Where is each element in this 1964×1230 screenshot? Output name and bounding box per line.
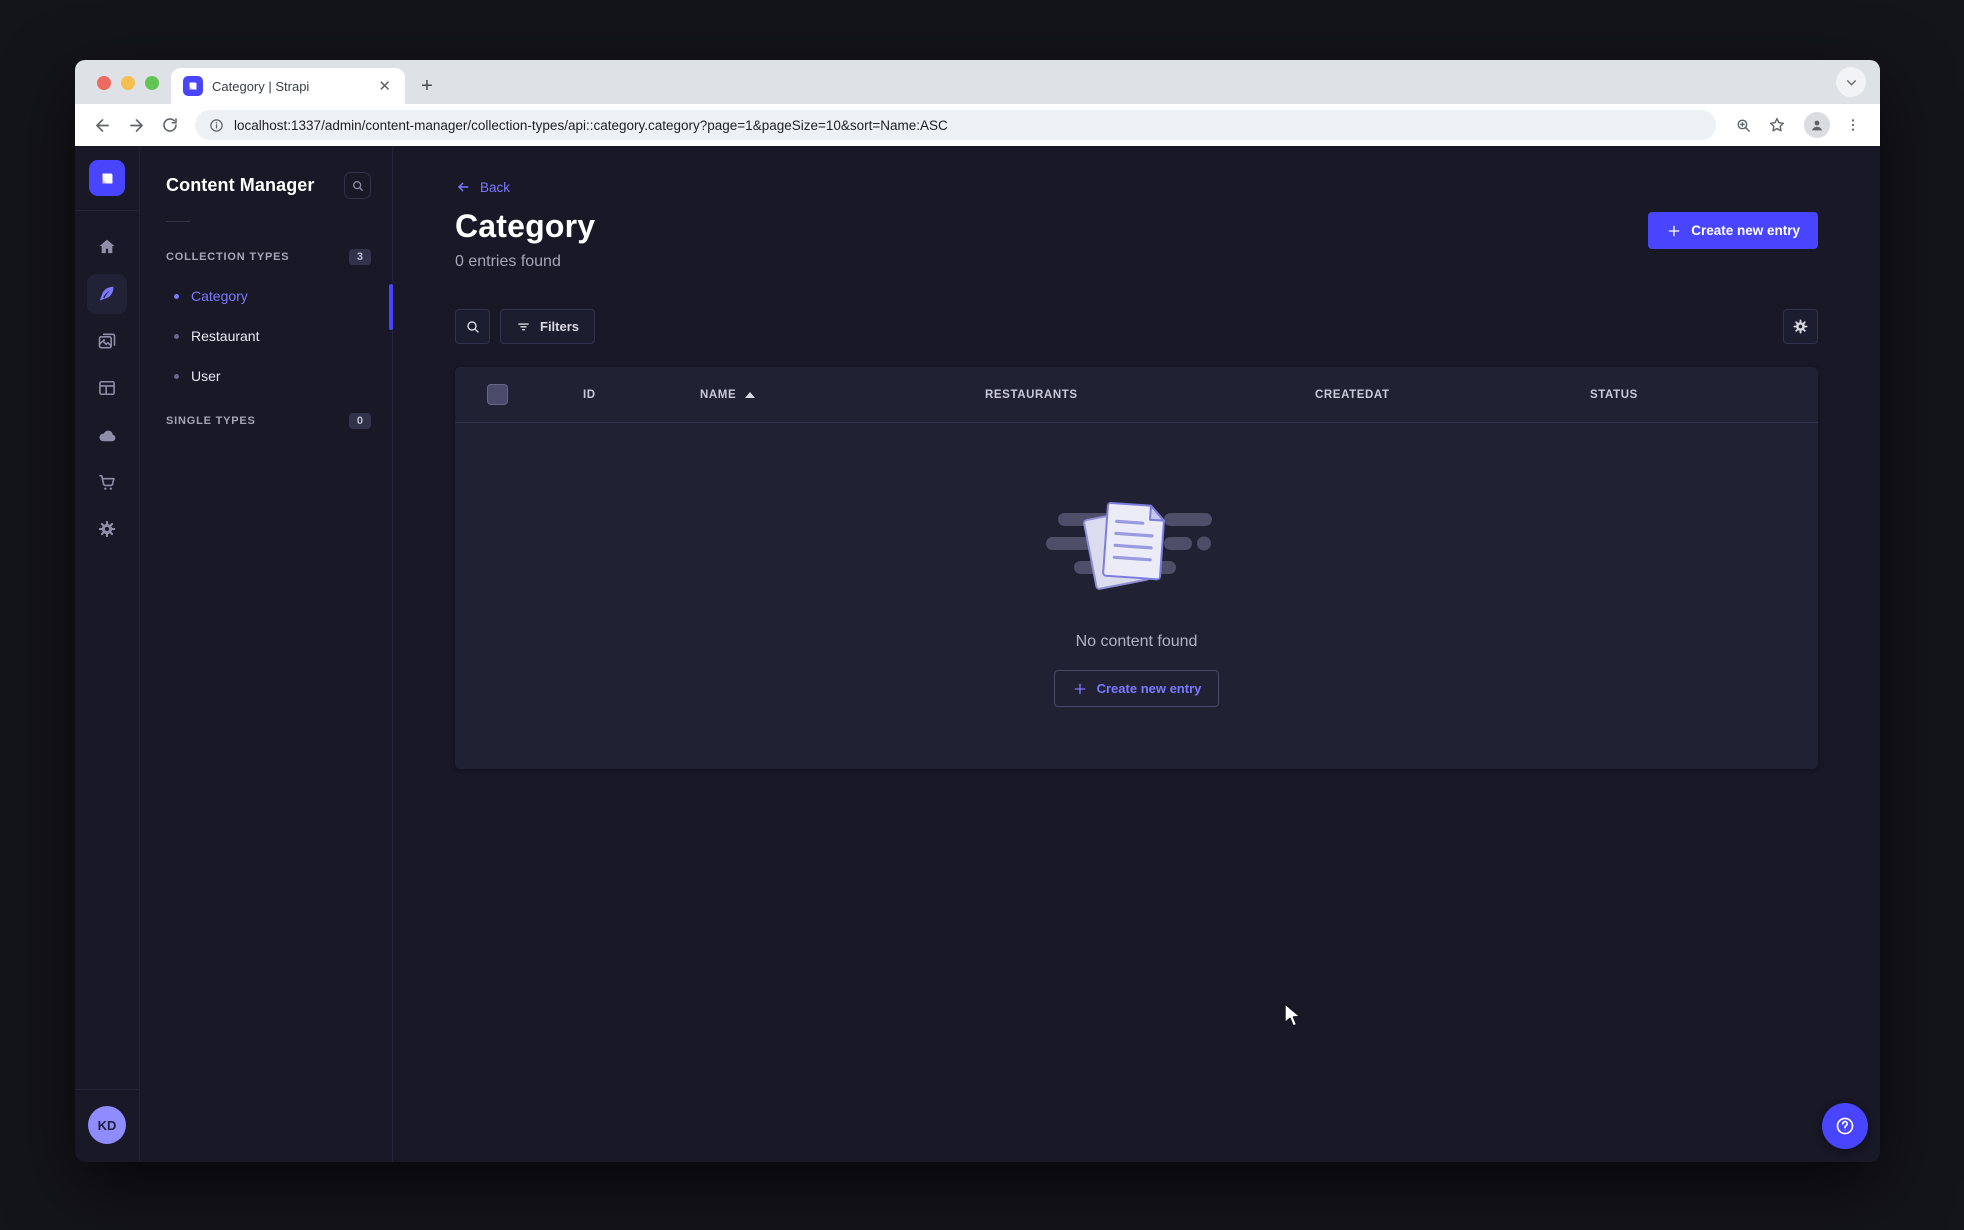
bullet-icon: [174, 333, 179, 339]
rail-bottom-divider: [75, 1089, 139, 1090]
site-info-icon[interactable]: [209, 118, 224, 133]
nav-deploy-cloud-icon[interactable]: [87, 415, 127, 455]
back-label: Back: [480, 179, 511, 195]
nav-media-library-icon[interactable]: [87, 321, 127, 361]
empty-create-entry-button[interactable]: Create new entry: [1053, 670, 1220, 707]
sidebar-title: Content Manager: [166, 175, 315, 195]
content-manager-sidebar: Content Manager COLLECTION TYPES 3 Categ…: [140, 146, 393, 1162]
sidebar-search-icon[interactable]: [344, 172, 371, 199]
strapi-app: KD Content Manager COLLECTION TYPES 3 Ca…: [75, 146, 1880, 1162]
collection-types-count-badge: 3: [348, 249, 371, 265]
url-bar[interactable]: localhost:1337/admin/content-manager/col…: [195, 110, 1716, 140]
browser-menu-icon[interactable]: [1838, 110, 1868, 140]
back-arrow-icon: [458, 182, 469, 192]
back-nav-icon[interactable]: [87, 110, 117, 140]
empty-state-title: No content found: [1075, 633, 1198, 650]
url-text: localhost:1337/admin/content-manager/col…: [234, 117, 948, 133]
forward-nav-icon[interactable]: [121, 110, 151, 140]
column-header-id[interactable]: ID: [583, 389, 700, 401]
new-tab-button[interactable]: +: [413, 72, 441, 100]
tab-search-chevron-icon[interactable]: [1836, 67, 1866, 97]
bookmark-star-icon[interactable]: [1762, 110, 1792, 140]
column-header-status[interactable]: STATUS: [1590, 389, 1818, 401]
help-button[interactable]: [1822, 1103, 1868, 1149]
main-nav-rail: KD: [75, 146, 140, 1162]
single-types-section: SINGLE TYPES 0: [140, 406, 392, 436]
select-all-checkbox[interactable]: [487, 384, 508, 405]
window-controls: [97, 76, 159, 90]
entries-table: ID NAME RESTAURANTS CREATEDAT STATUS No …: [455, 367, 1818, 769]
single-types-label: SINGLE TYPES: [166, 415, 256, 427]
collection-types-label: COLLECTION TYPES: [166, 251, 290, 263]
browser-toolbar: localhost:1337/admin/content-manager/col…: [75, 104, 1880, 146]
sort-ascending-icon: [745, 391, 756, 398]
tab-close-icon[interactable]: ✕: [374, 77, 395, 96]
sidebar-item-label: Restaurant: [191, 328, 260, 344]
sidebar-item-label: User: [191, 368, 221, 384]
rail-divider: [75, 210, 139, 211]
table-search-icon[interactable]: [455, 309, 490, 344]
plus-icon: [1074, 683, 1085, 694]
nav-settings-icon[interactable]: [87, 509, 127, 549]
single-types-count-badge: 0: [348, 413, 371, 429]
nav-marketplace-icon[interactable]: [87, 462, 127, 502]
empty-state: No content found Create new entry: [455, 423, 1818, 707]
browser-tab-strip: Category | Strapi ✕ +: [75, 60, 1880, 104]
column-header-restaurants[interactable]: RESTAURANTS: [985, 389, 1315, 401]
create-new-entry-button[interactable]: Create new entry: [1648, 212, 1818, 249]
column-header-name[interactable]: NAME: [700, 389, 985, 401]
question-icon: [1836, 1117, 1854, 1135]
no-content-illustration: [1045, 501, 1212, 590]
filters-button[interactable]: Filters: [500, 309, 596, 344]
reload-icon[interactable]: [155, 110, 185, 140]
entries-count: 0 entries found: [455, 253, 561, 270]
browser-window: Category | Strapi ✕ + localhost:1337/adm…: [75, 60, 1880, 1162]
fullscreen-window-button[interactable]: [145, 76, 159, 90]
sidebar-item-restaurant[interactable]: Restaurant: [140, 316, 392, 356]
nav-content-type-builder-icon[interactable]: [87, 368, 127, 408]
nav-content-manager-icon[interactable]: [87, 274, 127, 314]
user-avatar[interactable]: KD: [88, 1106, 126, 1144]
sidebar-item-user[interactable]: User: [140, 356, 392, 396]
back-link[interactable]: Back: [455, 179, 510, 195]
strapi-favicon-icon: [183, 76, 203, 96]
sidebar-item-label: Category: [191, 288, 248, 304]
plus-icon: [1668, 225, 1680, 236]
bullet-icon: [174, 293, 179, 299]
nav-home-icon[interactable]: [87, 227, 127, 267]
bullet-icon: [174, 373, 179, 379]
table-settings-gear-icon[interactable]: [1783, 309, 1818, 344]
filter-icon: [518, 323, 529, 331]
close-window-button[interactable]: [97, 76, 111, 90]
tab-title: Category | Strapi: [212, 78, 310, 94]
main-content: Back Category 0 entries found Create new…: [393, 146, 1880, 1162]
column-header-createdat[interactable]: CREATEDAT: [1315, 389, 1590, 401]
strapi-logo-icon[interactable]: [89, 160, 125, 196]
browser-profile-icon[interactable]: [1804, 112, 1830, 138]
sidebar-divider: [166, 221, 190, 222]
sidebar-item-category[interactable]: Category: [140, 276, 392, 316]
minimize-window-button[interactable]: [121, 76, 135, 90]
collection-types-section: COLLECTION TYPES 3: [140, 242, 392, 272]
browser-tab[interactable]: Category | Strapi ✕: [171, 68, 405, 104]
page-title: Category: [455, 208, 596, 244]
table-header-row: ID NAME RESTAURANTS CREATEDAT STATUS: [455, 367, 1818, 422]
zoom-page-icon[interactable]: [1728, 110, 1758, 140]
